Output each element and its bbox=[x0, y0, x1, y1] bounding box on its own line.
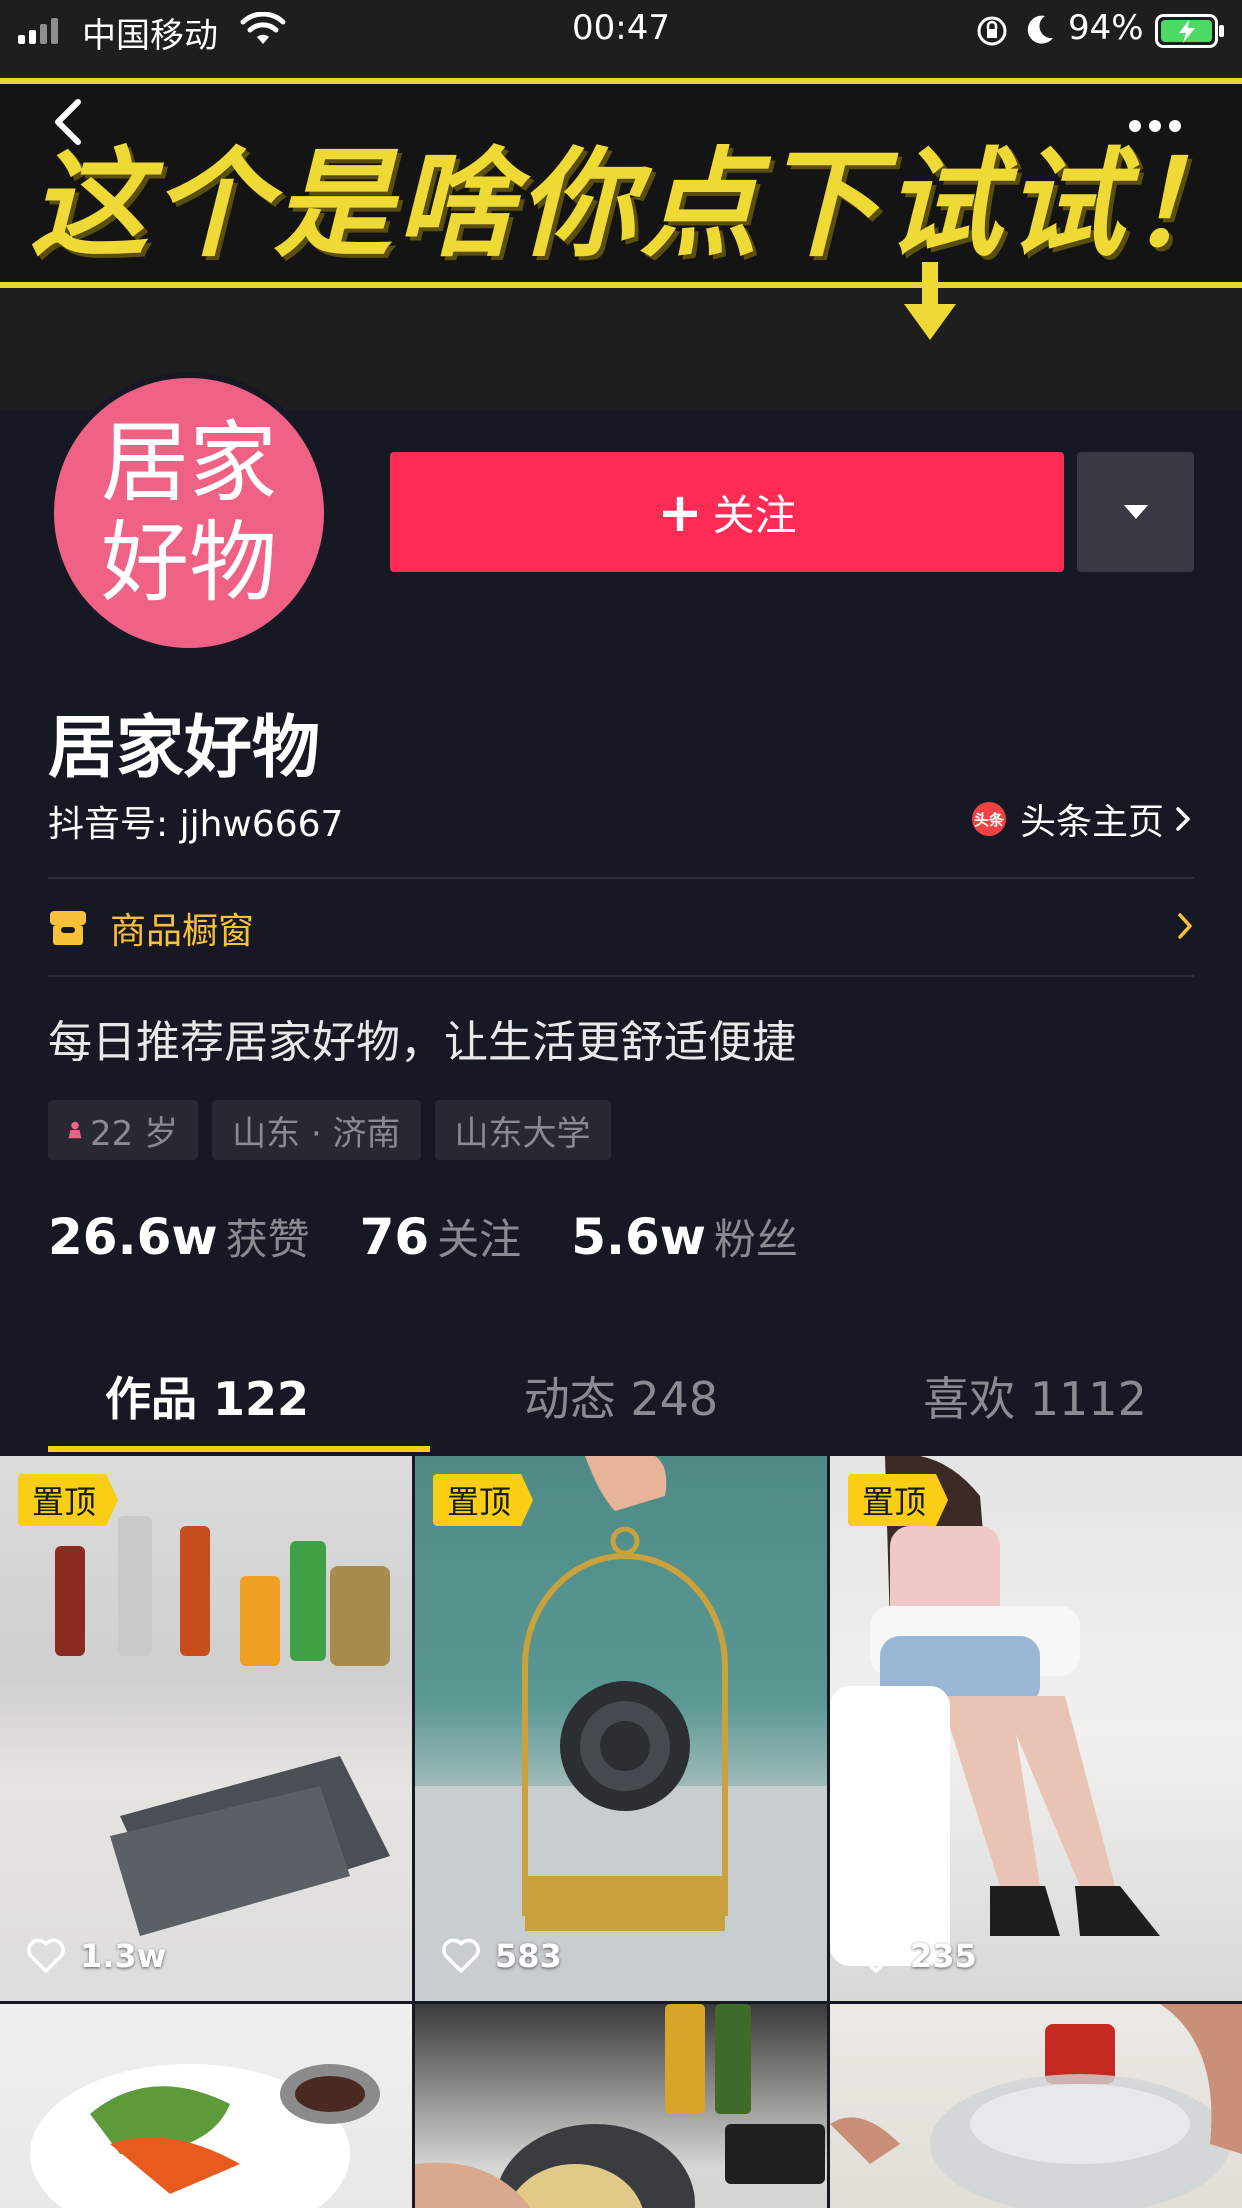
stat-following-label: 关注 bbox=[437, 1215, 522, 1264]
recommend-dropdown-button[interactable] bbox=[1077, 452, 1194, 572]
follow-label: 关注 bbox=[712, 490, 797, 540]
heart-icon bbox=[442, 1938, 480, 1973]
toutiao-label: 头条主页 bbox=[1019, 802, 1164, 843]
heart-icon bbox=[27, 1938, 65, 1973]
avatar-text-line1: 居家 bbox=[100, 411, 277, 514]
chevron-right-icon bbox=[1178, 913, 1192, 939]
video-thumbnail[interactable]: 置顶 583 bbox=[415, 1456, 827, 2001]
tab-likes[interactable]: 喜欢 1112 bbox=[828, 1340, 1242, 1452]
down-arrow-icon bbox=[904, 262, 956, 340]
stat-followers-number: 5.6w bbox=[571, 1208, 706, 1266]
profile-stats: 26.6w 获赞 76 关注 5.6w 粉丝 bbox=[48, 1206, 848, 1267]
video-likes-count: 583 bbox=[495, 1937, 562, 1975]
battery-percent: 94% bbox=[1068, 8, 1144, 48]
stat-likes: 26.6w 获赞 bbox=[48, 1206, 310, 1267]
age-label: 22 岁 bbox=[90, 1113, 179, 1154]
age-tag: 22 岁 bbox=[48, 1100, 199, 1160]
toutiao-logo-icon: 头条 bbox=[971, 802, 1006, 836]
video-likes: 583 bbox=[441, 1937, 562, 1975]
profile-tags: 22 岁 山东 · 济南 山东大学 bbox=[48, 1100, 611, 1160]
plus-icon: + bbox=[657, 480, 703, 544]
moon-icon bbox=[1027, 15, 1053, 44]
thumbnail-image bbox=[55, 1516, 390, 1936]
battery-charging-icon bbox=[1155, 14, 1224, 48]
tab-works[interactable]: 作品 122 bbox=[0, 1340, 414, 1452]
shop-window-row[interactable]: 商品橱窗 bbox=[48, 880, 1194, 976]
stat-likes-number: 26.6w bbox=[48, 1208, 218, 1266]
stat-followers-label: 粉丝 bbox=[713, 1215, 798, 1264]
banner-text: 这个是啥你点下试试！ bbox=[30, 135, 1242, 273]
video-thumbnail[interactable] bbox=[415, 2004, 827, 2208]
heart-icon bbox=[857, 1938, 895, 1973]
stat-followers[interactable]: 5.6w 粉丝 bbox=[571, 1206, 798, 1267]
clock: 00:47 bbox=[572, 8, 670, 48]
chevron-left-icon bbox=[55, 99, 81, 145]
thumbnail-image bbox=[415, 2004, 825, 2208]
thumbnail-image bbox=[30, 2064, 380, 2208]
tab-active-indicator bbox=[48, 1446, 430, 1452]
shop-icon bbox=[50, 911, 86, 945]
avatar[interactable]: 居家 好物 bbox=[48, 372, 330, 654]
back-button[interactable] bbox=[40, 92, 120, 162]
stat-following[interactable]: 76 关注 bbox=[360, 1206, 522, 1267]
follow-button[interactable]: + 关注 bbox=[390, 452, 1064, 572]
chevron-right-icon bbox=[1176, 807, 1190, 831]
rotation-lock-icon bbox=[977, 16, 1007, 46]
stat-following-number: 76 bbox=[359, 1208, 430, 1266]
caret-down-icon bbox=[1123, 505, 1148, 519]
status-bar: 中国移动 00:47 94% bbox=[0, 0, 1242, 60]
video-likes: 1.3w bbox=[26, 1937, 166, 1975]
shop-window-label: 商品橱窗 bbox=[110, 911, 255, 952]
video-grid: 置顶 1.3w 置顶 583 置顶 235 bbox=[0, 1456, 1242, 2208]
profile-banner[interactable]: 这个是啥你点下试试！ bbox=[0, 0, 1242, 410]
female-icon bbox=[68, 1121, 82, 1139]
divider bbox=[48, 877, 1194, 879]
video-likes: 235 bbox=[856, 1937, 977, 1975]
profile-bio: 每日推荐居家好物，让生活更舒适便捷 bbox=[48, 1017, 796, 1068]
douyin-id: 抖音号: jjhw6667 bbox=[48, 804, 344, 845]
avatar-text-line2: 好物 bbox=[100, 511, 277, 614]
profile-name: 居家好物 bbox=[48, 709, 321, 788]
tab-activity[interactable]: 动态 248 bbox=[414, 1340, 828, 1452]
content-tabs: 作品 122 动态 248 喜欢 1112 bbox=[0, 1340, 1242, 1452]
pinned-badge: 置顶 bbox=[848, 1474, 949, 1526]
more-button[interactable] bbox=[1105, 92, 1215, 162]
video-thumbnail[interactable]: 置顶 1.3w bbox=[0, 1456, 412, 2001]
toutiao-homepage-link[interactable]: 头条 头条主页 bbox=[971, 793, 1192, 845]
pinned-badge: 置顶 bbox=[433, 1474, 534, 1526]
location-tag: 山东 · 济南 bbox=[212, 1100, 421, 1160]
video-thumbnail[interactable] bbox=[0, 2004, 412, 2208]
school-tag[interactable]: 山东大学 bbox=[434, 1100, 611, 1160]
thumbnail-image bbox=[830, 1456, 1160, 1966]
video-thumbnail[interactable]: 置顶 235 bbox=[830, 1456, 1242, 2001]
video-likes-count: 1.3w bbox=[80, 1937, 167, 1975]
stat-likes-label: 获赞 bbox=[225, 1215, 310, 1264]
pinned-badge: 置顶 bbox=[18, 1474, 119, 1526]
video-likes-count: 235 bbox=[910, 1937, 977, 1975]
thumbnail-image bbox=[415, 1456, 827, 2001]
thumbnail-image bbox=[830, 2004, 1242, 2208]
more-dots-icon bbox=[1129, 120, 1181, 132]
video-thumbnail[interactable] bbox=[830, 2004, 1242, 2208]
divider bbox=[48, 975, 1194, 977]
